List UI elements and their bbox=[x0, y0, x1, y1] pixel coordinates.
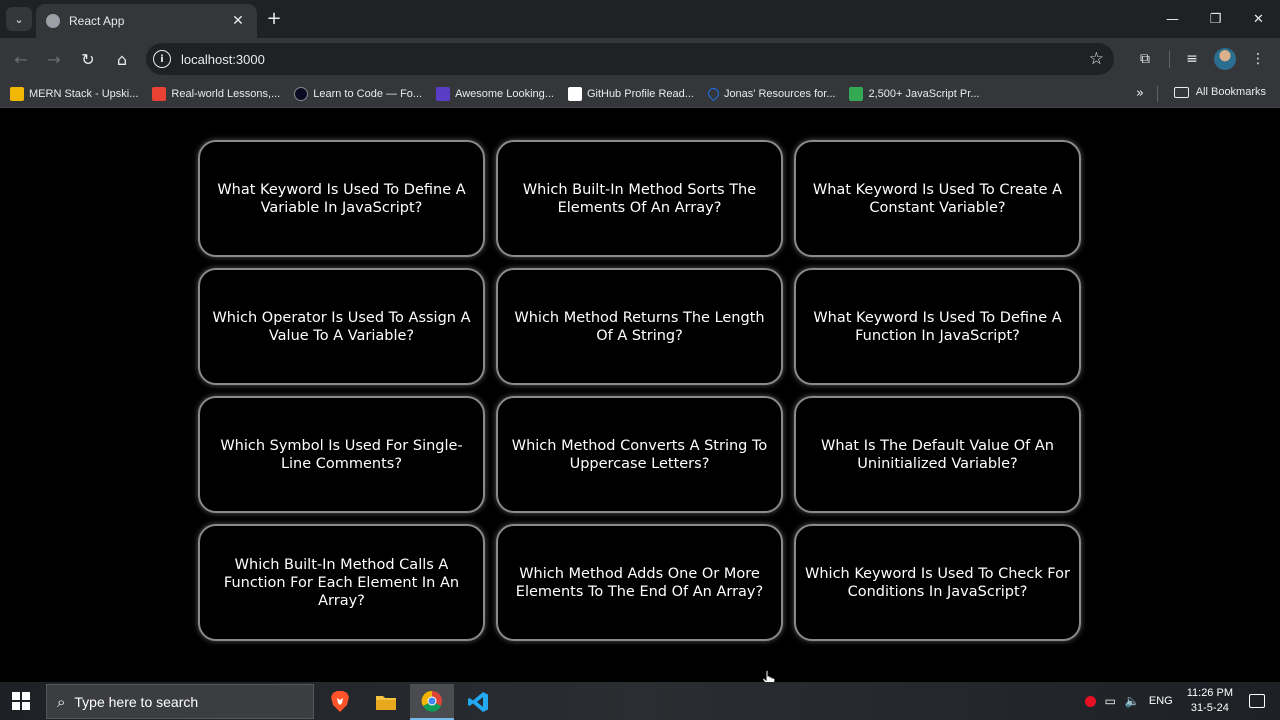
vscode-icon[interactable] bbox=[456, 684, 500, 720]
question-card[interactable]: What Keyword Is Used To Define A Functio… bbox=[794, 268, 1081, 385]
file-explorer-icon[interactable] bbox=[364, 684, 408, 720]
bookmark-favicon-icon bbox=[849, 86, 864, 101]
bookmark-favicon-icon bbox=[436, 86, 451, 101]
bookmark-item[interactable]: GitHub Profile Read... bbox=[567, 86, 694, 101]
back-arrow-icon[interactable]: ← bbox=[9, 47, 33, 71]
question-card[interactable]: Which Built-In Method Calls A Function F… bbox=[198, 524, 485, 641]
bookmark-label: Real-world Lessons,... bbox=[171, 87, 281, 100]
url-text[interactable]: localhost:3000 bbox=[181, 52, 1089, 67]
bookmarks-divider bbox=[1157, 86, 1158, 102]
bookmark-label: GitHub Profile Read... bbox=[586, 87, 694, 100]
recording-indicator-icon[interactable] bbox=[1084, 695, 1096, 707]
kebab-menu-icon[interactable]: ⋮ bbox=[1246, 47, 1270, 71]
tab-title: React App bbox=[69, 14, 125, 28]
minimize-icon[interactable]: — bbox=[1151, 0, 1194, 38]
more-bookmarks-chevron-icon[interactable]: » bbox=[1136, 86, 1144, 101]
home-icon[interactable]: ⌂ bbox=[110, 47, 134, 71]
brave-browser-icon[interactable] bbox=[318, 684, 362, 720]
notification-center-icon[interactable] bbox=[1249, 694, 1265, 708]
question-card-grid: What Keyword Is Used To Define A Variabl… bbox=[198, 140, 1082, 641]
restore-icon[interactable]: ❐ bbox=[1194, 0, 1237, 38]
bookmark-star-icon[interactable]: ☆ bbox=[1089, 49, 1104, 69]
question-card[interactable]: What Keyword Is Used To Create A Constan… bbox=[794, 140, 1081, 257]
toolbar-divider bbox=[1169, 50, 1170, 68]
question-card[interactable]: Which Method Converts A String To Upperc… bbox=[496, 396, 783, 513]
site-info-icon[interactable]: i bbox=[153, 50, 171, 68]
page-viewport: What Keyword Is Used To Define A Variabl… bbox=[0, 108, 1280, 682]
bookmarks-bar: MERN Stack - Upski... Real-world Lessons… bbox=[0, 80, 1280, 108]
language-indicator[interactable]: ENG bbox=[1149, 695, 1173, 707]
folder-icon bbox=[376, 696, 396, 710]
extensions-puzzle-icon[interactable]: ⧉ bbox=[1133, 47, 1157, 71]
bookmark-favicon-icon bbox=[705, 85, 722, 102]
close-window-icon[interactable]: ✕ bbox=[1237, 0, 1280, 38]
bookmark-favicon-icon bbox=[294, 86, 309, 101]
close-tab-icon[interactable]: ✕ bbox=[229, 13, 247, 29]
clock-date: 31-5-24 bbox=[1190, 702, 1229, 714]
question-card[interactable]: Which Symbol Is Used For Single-Line Com… bbox=[198, 396, 485, 513]
question-card[interactable]: Which Operator Is Used To Assign A Value… bbox=[198, 268, 485, 385]
forward-arrow-icon[interactable]: → bbox=[42, 47, 66, 71]
bookmark-item[interactable]: 2,500+ JavaScript Pr... bbox=[849, 86, 980, 101]
bookmark-favicon-icon bbox=[10, 86, 24, 101]
globe-icon bbox=[46, 14, 60, 28]
profile-avatar[interactable] bbox=[1214, 48, 1236, 70]
browser-tab[interactable]: React App ✕ bbox=[36, 4, 257, 38]
windows-start-icon[interactable] bbox=[12, 692, 30, 710]
question-card[interactable]: What Is The Default Value Of An Uninitia… bbox=[794, 396, 1081, 513]
windows-taskbar: ⌕ Type here to search ▭ 🔈 ENG 11:26 PM 3… bbox=[0, 682, 1280, 720]
question-card[interactable]: Which Built-In Method Sorts The Elements… bbox=[496, 140, 783, 257]
vscode-logo-icon bbox=[468, 692, 488, 712]
bookmark-label: MERN Stack - Upski... bbox=[29, 87, 139, 100]
chrome-icon[interactable] bbox=[410, 684, 454, 720]
chrome-logo-icon bbox=[421, 690, 442, 712]
all-bookmarks-label: All Bookmarks bbox=[1195, 86, 1266, 98]
network-icon[interactable]: ▭ bbox=[1105, 694, 1116, 708]
question-card[interactable]: Which Method Returns The Length Of A Str… bbox=[496, 268, 783, 385]
bookmark-item[interactable]: Jonas' Resources for... bbox=[705, 85, 836, 102]
bookmark-favicon-icon bbox=[567, 86, 582, 101]
system-tray: ▭ 🔈 ENG 11:26 PM 31-5-24 bbox=[1084, 682, 1280, 720]
reload-icon[interactable]: ↻ bbox=[76, 47, 100, 71]
search-icon: ⌕ bbox=[57, 692, 66, 711]
window-controls: — ❐ ✕ bbox=[1151, 0, 1280, 38]
taskbar-search-placeholder: Type here to search bbox=[74, 693, 199, 710]
volume-icon[interactable]: 🔈 bbox=[1125, 694, 1140, 708]
reading-list-icon[interactable]: ≡ bbox=[1180, 47, 1204, 71]
clock-time: 11:26 PM bbox=[1186, 687, 1233, 699]
bookmark-label: Learn to Code — Fo... bbox=[313, 87, 423, 100]
new-tab-plus-icon[interactable]: + bbox=[264, 9, 284, 29]
browser-titlebar: ⌄ React App ✕ + — ❐ ✕ bbox=[0, 0, 1280, 38]
all-bookmarks-button[interactable]: All Bookmarks bbox=[1173, 86, 1266, 98]
bookmark-item[interactable]: MERN Stack - Upski... bbox=[10, 86, 139, 101]
bookmark-favicon-icon bbox=[152, 86, 167, 101]
bookmark-label: Jonas' Resources for... bbox=[723, 87, 836, 100]
brave-lion-icon bbox=[331, 691, 349, 712]
bookmark-label: Awesome Looking... bbox=[455, 87, 554, 100]
address-bar[interactable]: i localhost:3000 ☆ bbox=[146, 43, 1114, 75]
taskbar-clock[interactable]: 11:26 PM 31-5-24 bbox=[1187, 686, 1233, 716]
bookmark-item[interactable]: Learn to Code — Fo... bbox=[294, 86, 423, 101]
browser-toolbar: ← → ↻ ⌂ i localhost:3000 ☆ ⧉ ≡ ⋮ bbox=[0, 38, 1280, 80]
toolbar-right: ⧉ ≡ ⋮ bbox=[1123, 47, 1280, 71]
question-card[interactable]: Which Keyword Is Used To Check For Condi… bbox=[794, 524, 1081, 641]
tab-search-chevron-icon[interactable]: ⌄ bbox=[6, 7, 32, 31]
question-card[interactable]: Which Method Adds One Or More Elements T… bbox=[496, 524, 783, 641]
bookmark-item[interactable]: Real-world Lessons,... bbox=[152, 86, 281, 101]
question-card[interactable]: What Keyword Is Used To Define A Variabl… bbox=[198, 140, 485, 257]
bookmark-label: 2,500+ JavaScript Pr... bbox=[868, 87, 980, 100]
taskbar-search-box[interactable]: ⌕ Type here to search bbox=[46, 684, 314, 719]
folder-icon bbox=[1173, 86, 1189, 98]
bookmark-item[interactable]: Awesome Looking... bbox=[436, 86, 554, 101]
